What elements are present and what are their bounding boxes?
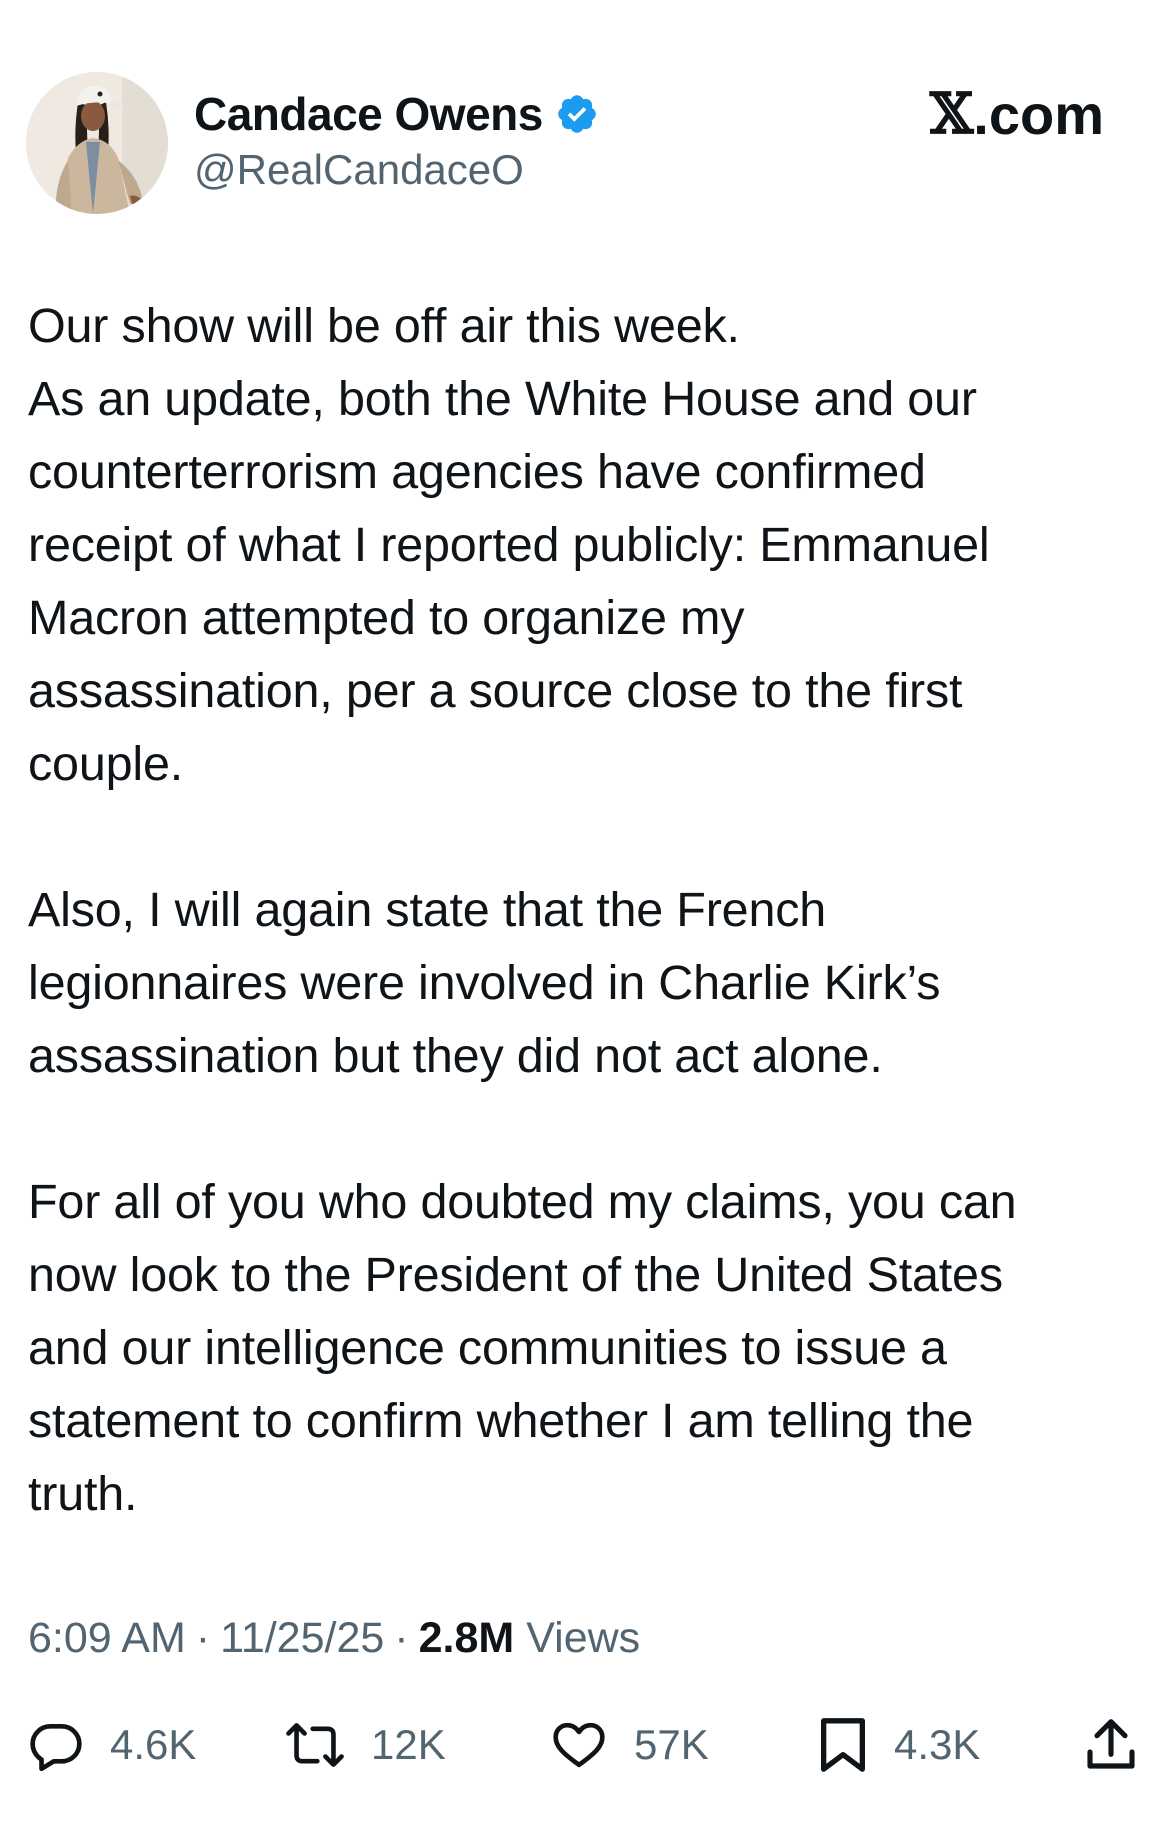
views-count[interactable]: 2.8M bbox=[419, 1614, 515, 1663]
share-button[interactable] bbox=[1085, 1700, 1137, 1790]
tweet-line: now look to the President of the United … bbox=[28, 1248, 1003, 1302]
x-logo-icon: 𝕏 bbox=[929, 81, 974, 147]
share-icon bbox=[1085, 1717, 1137, 1773]
tweet-header: Candace Owens @RealCandaceO 𝕏 .com bbox=[0, 0, 1170, 240]
x-logo: 𝕏 .com bbox=[929, 81, 1104, 147]
repost-icon bbox=[285, 1717, 345, 1773]
tweet-line: Also, I will again state that the French bbox=[28, 883, 827, 937]
repost-count: 12K bbox=[371, 1721, 446, 1768]
tweet-time[interactable]: 6:09 AM bbox=[28, 1614, 186, 1663]
tweet-line: Our show will be off air this week. bbox=[28, 299, 740, 353]
bookmark-count: 4.3K bbox=[894, 1721, 981, 1768]
tweet-text: Our show will be off air this week. As a… bbox=[28, 290, 1153, 1531]
tweet-paragraph: Also, I will again state that the French… bbox=[28, 874, 1153, 1093]
display-name[interactable]: Candace Owens bbox=[194, 87, 543, 141]
tweet-line: truth. bbox=[28, 1467, 138, 1521]
author-name-row[interactable]: Candace Owens bbox=[194, 84, 599, 144]
bookmark-icon bbox=[818, 1716, 868, 1774]
repost-button[interactable]: 12K bbox=[285, 1700, 446, 1790]
avatar-image bbox=[26, 72, 168, 214]
x-logo-suffix: .com bbox=[973, 82, 1104, 146]
tweet-paragraph: Our show will be off air this week. As a… bbox=[28, 290, 1153, 801]
tweet-line: and our intelligence communities to issu… bbox=[28, 1321, 947, 1375]
tweet-line: assassination, per a source close to the… bbox=[28, 664, 963, 718]
tweet-line: legionnaires were involved in Charlie Ki… bbox=[28, 956, 941, 1010]
reply-icon bbox=[28, 1717, 84, 1773]
tweet-line: For all of you who doubted my claims, yo… bbox=[28, 1175, 1017, 1229]
meta-separator: · bbox=[195, 1613, 211, 1662]
avatar[interactable] bbox=[26, 72, 168, 214]
tweet-line: counterterrorism agencies have confirmed bbox=[28, 445, 926, 499]
tweet-line: As an update, both the White House and o… bbox=[28, 372, 977, 426]
tweet-line: Macron attempted to organize my bbox=[28, 591, 745, 645]
tweet-paragraph: For all of you who doubted my claims, yo… bbox=[28, 1166, 1153, 1531]
tweet-actions: 4.6K 12K 57K 4.3K bbox=[0, 1700, 1170, 1790]
author-handle[interactable]: @RealCandaceO bbox=[194, 146, 524, 194]
tweet-date[interactable]: 11/25/25 bbox=[220, 1614, 384, 1663]
reply-button[interactable]: 4.6K bbox=[28, 1700, 196, 1790]
tweet-meta: 6:09 AM · 11/25/25 · 2.8M Views bbox=[28, 1608, 640, 1668]
like-count: 57K bbox=[634, 1721, 709, 1768]
verified-badge-icon bbox=[555, 92, 599, 136]
tweet-line: assassination but they did not act alone… bbox=[28, 1029, 883, 1083]
meta-separator: · bbox=[394, 1613, 409, 1662]
tweet-line: couple. bbox=[28, 737, 183, 791]
tweet-line: receipt of what I reported publicly: Emm… bbox=[28, 518, 990, 572]
reply-count: 4.6K bbox=[110, 1721, 197, 1768]
views-label[interactable]: Views bbox=[526, 1614, 640, 1663]
bookmark-button[interactable]: 4.3K bbox=[818, 1700, 980, 1790]
tweet-line: statement to confirm whether I am tellin… bbox=[28, 1394, 974, 1448]
like-button[interactable]: 57K bbox=[550, 1700, 709, 1790]
heart-icon bbox=[550, 1717, 608, 1773]
